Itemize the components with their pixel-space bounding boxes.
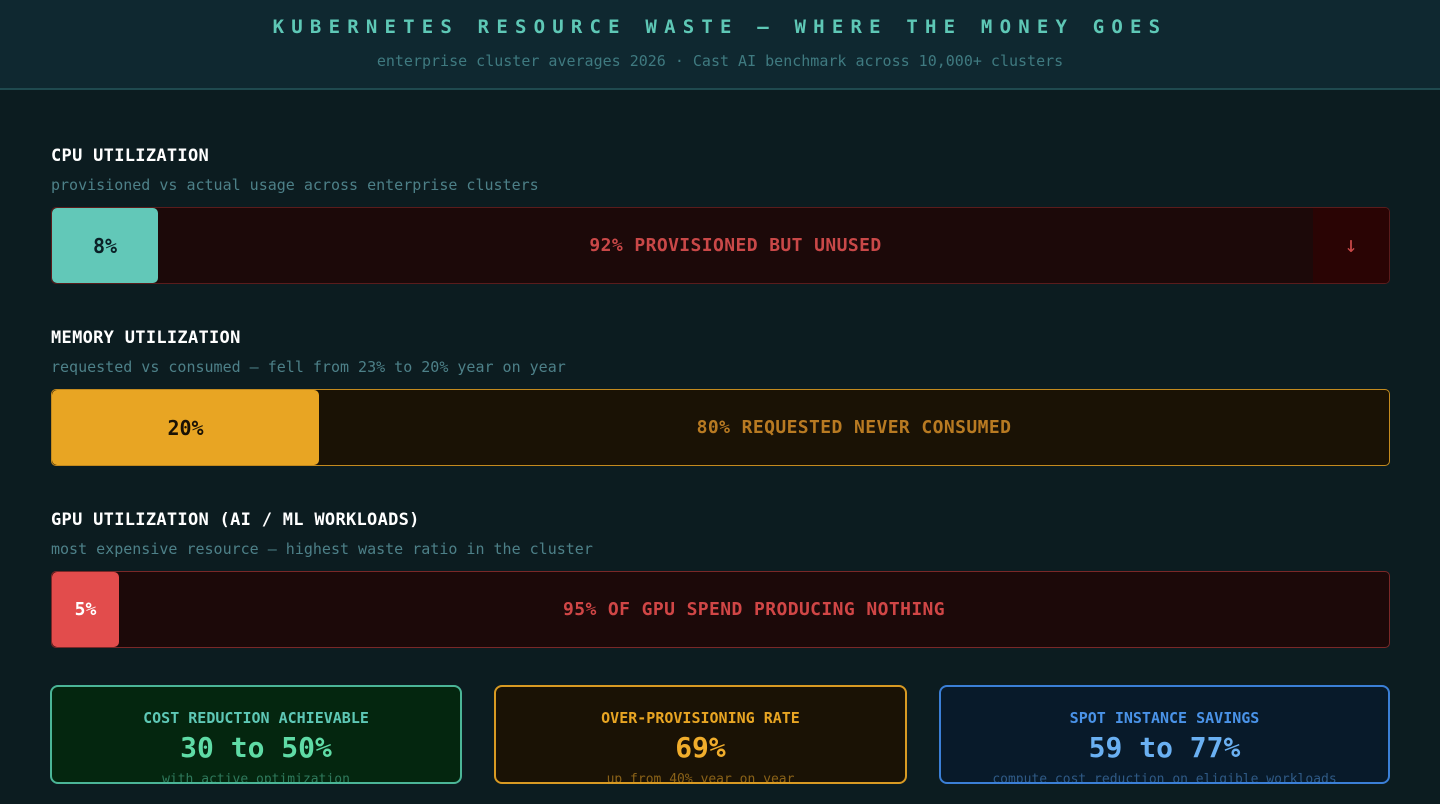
over-provisioning-value: 69% — [675, 731, 726, 764]
gpu-waste-area: 95% OF GPU SPEND PRODUCING NOTHING — [119, 572, 1389, 647]
cpu-used-label: 8% — [92, 233, 118, 258]
gpu-section-subtitle: most expensive resource — highest waste … — [51, 540, 593, 558]
memory-waste-label: 80% REQUESTED NEVER CONSUMED — [696, 417, 1012, 438]
arrow-down-icon: ↓ — [1344, 233, 1358, 258]
over-provisioning-label: OVER-PROVISIONING RATE — [601, 709, 800, 727]
cpu-bar-end-cap: ↓ — [1313, 208, 1389, 283]
cpu-waste-area: 92% PROVISIONED BUT UNUSED — [158, 208, 1313, 283]
memory-used-label: 20% — [167, 415, 204, 440]
page-title: KUBERNETES RESOURCE WASTE — WHERE THE MO… — [272, 16, 1168, 38]
memory-utilization-section: MEMORY UTILIZATION requested vs consumed… — [51, 328, 1390, 466]
over-provisioning-card: OVER-PROVISIONING RATE 69% up from 40% y… — [494, 685, 907, 784]
page-header: KUBERNETES RESOURCE WASTE — WHERE THE MO… — [0, 0, 1440, 90]
gpu-used-fill: 5% — [52, 572, 119, 647]
gpu-utilization-bar: 5% 95% OF GPU SPEND PRODUCING NOTHING — [51, 571, 1390, 648]
cpu-utilization-bar: 8% 92% PROVISIONED BUT UNUSED ↓ — [51, 207, 1390, 284]
cpu-section-title: CPU UTILIZATION — [51, 146, 210, 166]
page-subtitle: enterprise cluster averages 2026 · Cast … — [376, 52, 1064, 70]
over-provisioning-note: up from 40% year on year — [606, 772, 795, 784]
gpu-used-label: 5% — [74, 599, 97, 620]
spot-instance-value: 59 to 77% — [1088, 731, 1241, 764]
cost-reduction-note: with active optimization — [162, 772, 350, 784]
gpu-section-title: GPU UTILIZATION (AI / ML WORKLOADS) — [51, 510, 420, 530]
memory-section-title: MEMORY UTILIZATION — [51, 328, 241, 348]
memory-section-subtitle: requested vs consumed — fell from 23% to… — [51, 358, 566, 376]
spot-instance-card: SPOT INSTANCE SAVINGS 59 to 77% compute … — [939, 685, 1390, 784]
cpu-section-subtitle: provisioned vs actual usage across enter… — [51, 176, 539, 194]
gpu-waste-label: 95% OF GPU SPEND PRODUCING NOTHING — [562, 599, 946, 620]
cost-reduction-card: COST REDUCTION ACHIEVABLE 30 to 50% with… — [50, 685, 462, 784]
cpu-used-fill: 8% — [52, 208, 158, 283]
spot-instance-note: compute cost reduction on eligible workl… — [992, 772, 1337, 784]
cpu-utilization-section: CPU UTILIZATION provisioned vs actual us… — [51, 146, 1390, 284]
memory-waste-area: 80% REQUESTED NEVER CONSUMED — [319, 390, 1389, 465]
cost-reduction-value: 30 to 50% — [180, 731, 332, 764]
gpu-utilization-section: GPU UTILIZATION (AI / ML WORKLOADS) most… — [51, 510, 1390, 648]
spot-instance-label: SPOT INSTANCE SAVINGS — [1069, 709, 1260, 727]
memory-used-fill: 20% — [52, 390, 319, 465]
memory-utilization-bar: 20% 80% REQUESTED NEVER CONSUMED — [51, 389, 1390, 466]
cost-reduction-label: COST REDUCTION ACHIEVABLE — [143, 709, 369, 727]
cpu-waste-label: 92% PROVISIONED BUT UNUSED — [589, 235, 882, 256]
